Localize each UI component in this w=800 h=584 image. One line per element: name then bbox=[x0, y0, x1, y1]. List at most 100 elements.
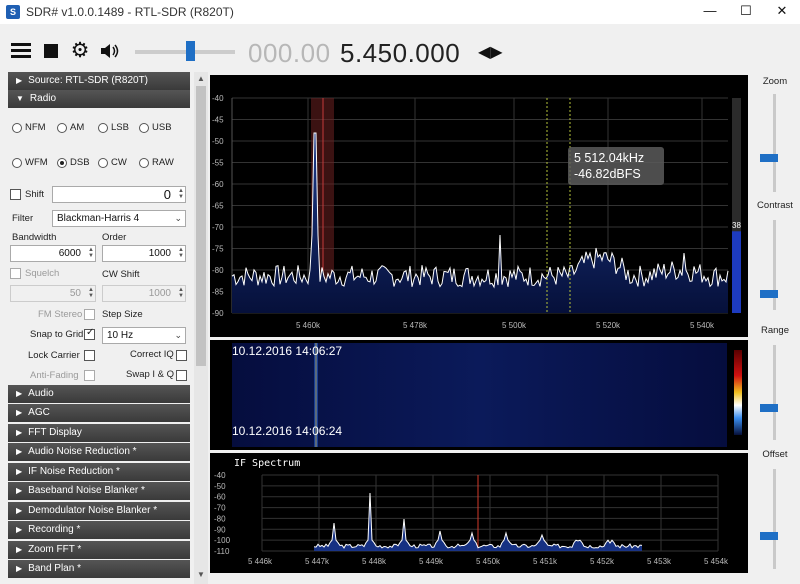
mode-wfm[interactable]: WFM bbox=[12, 157, 48, 168]
fmstereo-label: FM Stereo bbox=[38, 309, 83, 320]
spectrum-svg: -40 -45 -50 -55 -60 -65 -70 -75 -80 -85 -90 5 460k… bbox=[212, 94, 741, 330]
mode-label: NFM bbox=[25, 122, 46, 133]
close-button[interactable]: ✕ bbox=[764, 0, 800, 24]
x-tick-label: 5 500k bbox=[502, 321, 527, 330]
volume-slider-knob[interactable] bbox=[186, 41, 195, 61]
x-tick-label: 5 448k bbox=[362, 557, 387, 566]
gear-icon[interactable]: ⚙ bbox=[69, 40, 91, 62]
spinner-icon[interactable]: ▲ ▼ bbox=[178, 287, 184, 299]
section-label: Zoom FFT * bbox=[28, 544, 82, 555]
squelch-input[interactable]: 50 ▲ ▼ bbox=[10, 285, 96, 302]
mode-raw[interactable]: RAW bbox=[139, 157, 174, 168]
minimize-button[interactable]: — bbox=[692, 0, 728, 24]
snap-checkbox[interactable] bbox=[84, 327, 95, 340]
zoom-slider-knob[interactable] bbox=[760, 154, 778, 162]
offset-slider-knob[interactable] bbox=[760, 532, 778, 540]
section-audio[interactable]: ▶ Audio bbox=[8, 385, 190, 403]
mode-cw[interactable]: CW bbox=[98, 157, 127, 168]
bandwidth-input[interactable]: 6000 ▲ ▼ bbox=[10, 245, 96, 262]
squelch-label: Squelch bbox=[25, 268, 60, 279]
section-if-noise-reduction[interactable]: ▶ IF Noise Reduction * bbox=[8, 463, 190, 481]
range-slider-knob[interactable] bbox=[760, 404, 778, 412]
section-source[interactable]: ▶ Source: RTL-SDR (R820T) bbox=[8, 72, 190, 90]
expand-icon: ▶ bbox=[16, 467, 23, 476]
spinner-icon[interactable]: ▲ ▼ bbox=[88, 247, 94, 259]
stepsize-label: Step Size bbox=[102, 309, 143, 320]
fmstereo-checkbox[interactable] bbox=[84, 309, 95, 320]
mode-nfm[interactable]: NFM bbox=[12, 122, 46, 133]
mode-am[interactable]: AM bbox=[57, 122, 84, 133]
correctiq-checkbox[interactable] bbox=[176, 350, 187, 361]
section-zoom-fft[interactable]: ▶ Zoom FFT * bbox=[8, 541, 190, 559]
waterfall-display[interactable]: 10.12.2016 14:06:27 10.12.2016 14:06:24 bbox=[210, 340, 748, 450]
section-label: FFT Display bbox=[28, 427, 82, 438]
if-spectrum[interactable]: -40 -50 -60 -70 -80 -90 -100 -110 5 446k 5 447k 5… bbox=[210, 453, 748, 573]
swapiq-checkbox[interactable] bbox=[176, 370, 187, 381]
frequency-dim-digits[interactable]: 000.00 bbox=[248, 38, 331, 69]
section-demodulator-noise-blanker[interactable]: ▶ Demodulator Noise Blanker * bbox=[8, 502, 190, 520]
scroll-up-icon[interactable]: ▲ bbox=[196, 74, 206, 83]
cwshift-input[interactable]: 1000 ▲ ▼ bbox=[102, 285, 186, 302]
stop-icon[interactable] bbox=[40, 40, 62, 62]
speaker-icon[interactable] bbox=[98, 40, 120, 62]
spinner-icon[interactable]: ▲ ▼ bbox=[178, 247, 184, 259]
y-tick-label: -110 bbox=[214, 547, 230, 556]
shift-input[interactable]: 0 ▲ ▼ bbox=[52, 186, 186, 203]
cwshift-value: 1000 bbox=[148, 288, 171, 299]
radio-icon bbox=[98, 122, 108, 133]
spinner-icon[interactable]: ▲ ▼ bbox=[178, 188, 184, 200]
lockcarrier-label: Lock Carrier bbox=[28, 350, 80, 361]
x-tick-label: 5 451k bbox=[533, 557, 558, 566]
bandwidth-label: Bandwidth bbox=[12, 232, 57, 243]
mode-usb[interactable]: USB bbox=[139, 122, 172, 133]
section-fft-display[interactable]: ▶ FFT Display bbox=[8, 424, 190, 442]
mode-lsb[interactable]: LSB bbox=[98, 122, 129, 133]
section-label: Baseband Noise Blanker * bbox=[28, 485, 145, 496]
volume-slider-track[interactable] bbox=[135, 50, 235, 54]
section-agc[interactable]: ▶ AGC bbox=[8, 404, 190, 422]
spinner-icon[interactable]: ▲ ▼ bbox=[88, 287, 94, 299]
waterfall-colormap bbox=[734, 350, 742, 435]
if-y-ticks: -40 -50 -60 -70-80 -90 -100 -110 bbox=[214, 471, 231, 556]
menu-icon[interactable] bbox=[10, 40, 32, 62]
swapiq-label: Swap I & Q bbox=[126, 369, 175, 380]
expand-icon: ▶ bbox=[16, 428, 23, 437]
y-tick-label: -80 bbox=[214, 514, 226, 523]
antifading-checkbox[interactable] bbox=[84, 370, 95, 381]
y-tick-label: -80 bbox=[212, 266, 224, 275]
shift-checkbox[interactable]: Shift bbox=[10, 189, 44, 200]
scroll-down-icon[interactable]: ▼ bbox=[196, 570, 206, 579]
filter-label: Filter bbox=[12, 213, 34, 224]
contrast-slider-knob[interactable] bbox=[760, 290, 778, 298]
y-tick-label: -90 bbox=[214, 525, 226, 534]
range-slider-track[interactable] bbox=[773, 345, 776, 440]
section-audio-noise-reduction[interactable]: ▶ Audio Noise Reduction * bbox=[8, 443, 190, 461]
frequency-display[interactable]: 5.450.000 bbox=[340, 38, 460, 69]
lockcarrier-checkbox[interactable] bbox=[84, 350, 95, 361]
maximize-button[interactable]: ☐ bbox=[728, 0, 764, 24]
radio-icon bbox=[12, 157, 22, 168]
section-label: AGC bbox=[28, 407, 50, 418]
x-tick-label: 5 520k bbox=[596, 321, 621, 330]
step-select[interactable]: 10 Hz ⌄ bbox=[102, 327, 186, 344]
squelch-checkbox[interactable]: Squelch bbox=[10, 268, 59, 279]
toolbar: ⚙ 000.00 5.450.000 ◀▶ bbox=[0, 30, 800, 72]
y-tick-label: -60 bbox=[214, 493, 226, 502]
section-band-plan[interactable]: ▶ Band Plan * bbox=[8, 560, 190, 578]
section-baseband-noise-blanker[interactable]: ▶ Baseband Noise Blanker * bbox=[8, 482, 190, 500]
zoom-slider-track[interactable] bbox=[773, 94, 776, 192]
panel-scrollbar[interactable]: ▲ ▼ bbox=[194, 72, 208, 584]
y-tick-label: -45 bbox=[212, 116, 224, 125]
filter-select[interactable]: Blackman-Harris 4 ⌄ bbox=[52, 210, 186, 227]
y-tick-label: -100 bbox=[214, 536, 231, 545]
tune-arrows-icon[interactable]: ◀▶ bbox=[478, 42, 503, 62]
order-input[interactable]: 1000 ▲ ▼ bbox=[102, 245, 186, 262]
x-tick-label: 5 454k bbox=[704, 557, 729, 566]
offset-slider-track[interactable] bbox=[773, 469, 776, 569]
section-radio[interactable]: ▼ Radio bbox=[8, 90, 190, 108]
scroll-thumb[interactable] bbox=[196, 86, 206, 366]
mode-dsb[interactable]: DSB bbox=[57, 157, 90, 168]
spectrum-analyzer[interactable]: -40 -45 -50 -55 -60 -65 -70 -75 -80 -85 -90 5 460k… bbox=[210, 75, 748, 337]
section-recording[interactable]: ▶ Recording * bbox=[8, 521, 190, 539]
chevron-down-icon: ⌄ bbox=[174, 330, 182, 340]
